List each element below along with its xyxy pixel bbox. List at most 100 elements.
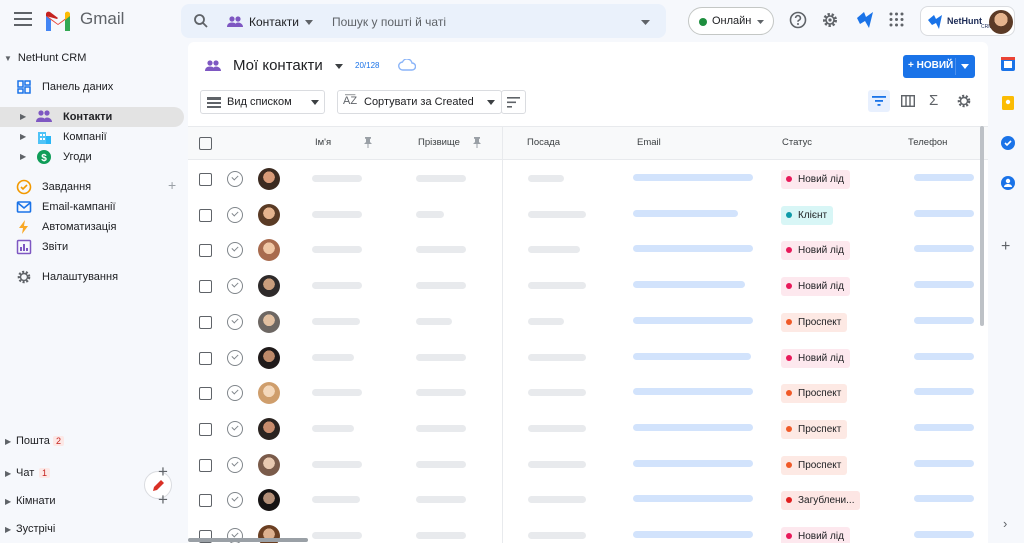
account-badge[interactable]: NetHunt CRM — [920, 6, 1015, 36]
avatar[interactable] — [258, 346, 280, 369]
search-icon[interactable] — [193, 13, 209, 29]
mark-done-icon[interactable] — [227, 385, 243, 402]
tasks-icon[interactable] — [1001, 136, 1015, 150]
sidebar-item-tasks[interactable]: Завдання + — [0, 177, 184, 197]
status-badge[interactable]: Загублени... — [781, 491, 861, 511]
mark-done-icon[interactable] — [227, 278, 243, 295]
sidebar-item-reports[interactable]: Звіти — [0, 237, 184, 257]
sort-direction-button[interactable] — [501, 90, 526, 114]
mark-done-icon[interactable] — [227, 492, 243, 509]
search-input[interactable]: Пошук у пошті й чаті — [332, 15, 446, 29]
new-room-plus-icon[interactable]: + — [158, 490, 168, 510]
pin-icon[interactable] — [364, 137, 372, 148]
status-badge[interactable]: Новий лід — [781, 527, 850, 543]
sort-dropdown[interactable]: A͞Z Сортувати за Created — [337, 90, 502, 114]
mark-done-icon[interactable] — [227, 349, 243, 366]
new-chat-plus-icon[interactable]: + — [158, 462, 168, 482]
expand-icon[interactable]: ▶ — [20, 132, 26, 141]
mark-done-icon[interactable] — [227, 456, 243, 473]
avatar[interactable] — [258, 275, 280, 298]
page-title[interactable]: Мої контакти — [233, 57, 323, 74]
table-row[interactable]: Проспект — [188, 447, 988, 483]
sidebar-section-chat[interactable]: ▶ Чат 1 + — [0, 462, 184, 485]
row-checkbox[interactable] — [199, 208, 212, 222]
status-badge[interactable]: Новий лід — [781, 277, 850, 297]
nethunt-logo-icon[interactable] — [855, 10, 875, 30]
row-checkbox[interactable] — [199, 351, 212, 365]
mark-done-icon[interactable] — [227, 171, 243, 187]
sidebar-item-email-campaigns[interactable]: Email-кампанії — [0, 197, 184, 217]
sidebar-section-mail[interactable]: ▶ Пошта 2 — [0, 431, 184, 453]
sidebar-item-dashboard[interactable]: Панель даних — [0, 77, 184, 97]
status-badge[interactable]: Проспект — [781, 384, 848, 404]
row-checkbox[interactable] — [199, 173, 212, 186]
contacts-icon[interactable] — [1001, 176, 1015, 190]
row-checkbox[interactable] — [199, 494, 212, 508]
sidebar-section-meet[interactable]: ▶ Зустрічі — [0, 519, 184, 541]
status-badge[interactable]: Проспект — [781, 419, 848, 439]
sidebar-item-contacts[interactable]: ▶ Контакти — [0, 107, 184, 127]
sidebar-section-rooms[interactable]: ▶ Кімнати + — [0, 490, 184, 513]
table-row[interactable]: Новий лід — [188, 232, 988, 268]
table-row[interactable]: Новий лід — [188, 161, 988, 197]
sidebar-item-companies[interactable]: ▶ Компанії — [0, 127, 184, 147]
avatar[interactable] — [258, 453, 280, 476]
calendar-icon[interactable] — [1001, 57, 1015, 71]
filter-button[interactable] — [868, 90, 890, 112]
mark-done-icon[interactable] — [227, 420, 243, 437]
sidebar-item-deals[interactable]: ▶ $ Угоди — [0, 147, 184, 167]
column-header-phone[interactable]: Телефон — [908, 137, 947, 148]
view-selector-dropdown-icon[interactable] — [335, 64, 343, 69]
avatar[interactable] — [258, 203, 280, 226]
status-badge[interactable]: Проспект — [781, 312, 848, 332]
table-row[interactable]: Новий лід — [188, 340, 988, 376]
sidebar-section-title[interactable]: ▼ NetHunt CRM — [4, 52, 86, 64]
sidebar-item-automation[interactable]: Автоматизація — [0, 217, 184, 237]
column-header-last-name[interactable]: Прізвище — [418, 137, 460, 148]
status-badge[interactable]: Новий лід — [781, 170, 850, 189]
expand-icon[interactable]: ▶ — [20, 152, 26, 161]
add-task-icon[interactable]: + — [168, 177, 176, 193]
mark-done-icon[interactable] — [227, 313, 243, 330]
status-badge[interactable]: Проспект — [781, 455, 848, 475]
table-row[interactable]: Загублени... — [188, 482, 988, 518]
avatar[interactable] — [258, 489, 280, 512]
status-badge[interactable]: Новий лід — [781, 241, 850, 261]
search-bar[interactable]: Контакти Пошук у пошті й чаті — [181, 4, 666, 38]
table-row[interactable]: Проспект — [188, 411, 988, 447]
row-checkbox[interactable] — [199, 315, 212, 329]
gmail-logo[interactable] — [44, 10, 72, 31]
apps-grid-icon[interactable] — [889, 12, 904, 27]
table-row[interactable]: Клієнт — [188, 197, 988, 233]
status-selector[interactable]: Онлайн — [688, 7, 774, 35]
search-options-icon[interactable] — [641, 20, 650, 25]
status-badge[interactable]: Новий лід — [781, 348, 850, 368]
row-checkbox[interactable] — [199, 422, 212, 436]
horizontal-scrollbar[interactable] — [188, 538, 308, 542]
row-checkbox[interactable] — [199, 387, 212, 401]
sidebar-item-settings[interactable]: Налаштування — [0, 267, 184, 287]
row-checkbox[interactable] — [199, 458, 212, 472]
sum-icon[interactable]: Σ — [929, 92, 938, 109]
avatar[interactable] — [258, 382, 280, 405]
search-scope-chip[interactable]: Контакти — [249, 15, 299, 29]
view-mode-dropdown[interactable]: Вид списком — [200, 90, 325, 114]
avatar[interactable] — [258, 417, 280, 440]
add-addon-plus-icon[interactable]: + — [1001, 238, 1010, 256]
row-checkbox[interactable] — [199, 280, 212, 294]
user-avatar[interactable] — [989, 10, 1013, 34]
table-row[interactable]: Проспект — [188, 375, 988, 411]
select-all-checkbox[interactable] — [199, 137, 212, 150]
new-record-button[interactable]: + НОВИЙ — [903, 55, 975, 78]
table-row[interactable]: Новий лід — [188, 268, 988, 304]
column-header-first-name[interactable]: Ім'я — [315, 137, 331, 148]
column-header-status[interactable]: Статус — [782, 137, 812, 148]
chevron-down-icon[interactable] — [305, 20, 313, 25]
pin-icon[interactable] — [473, 137, 481, 148]
mark-done-icon[interactable] — [227, 242, 243, 259]
main-menu-icon[interactable] — [14, 12, 32, 28]
expand-icon[interactable]: ▶ — [20, 112, 26, 121]
avatar[interactable] — [258, 168, 280, 190]
mark-done-icon[interactable] — [227, 206, 243, 223]
table-row[interactable]: Новий лід — [188, 518, 988, 543]
